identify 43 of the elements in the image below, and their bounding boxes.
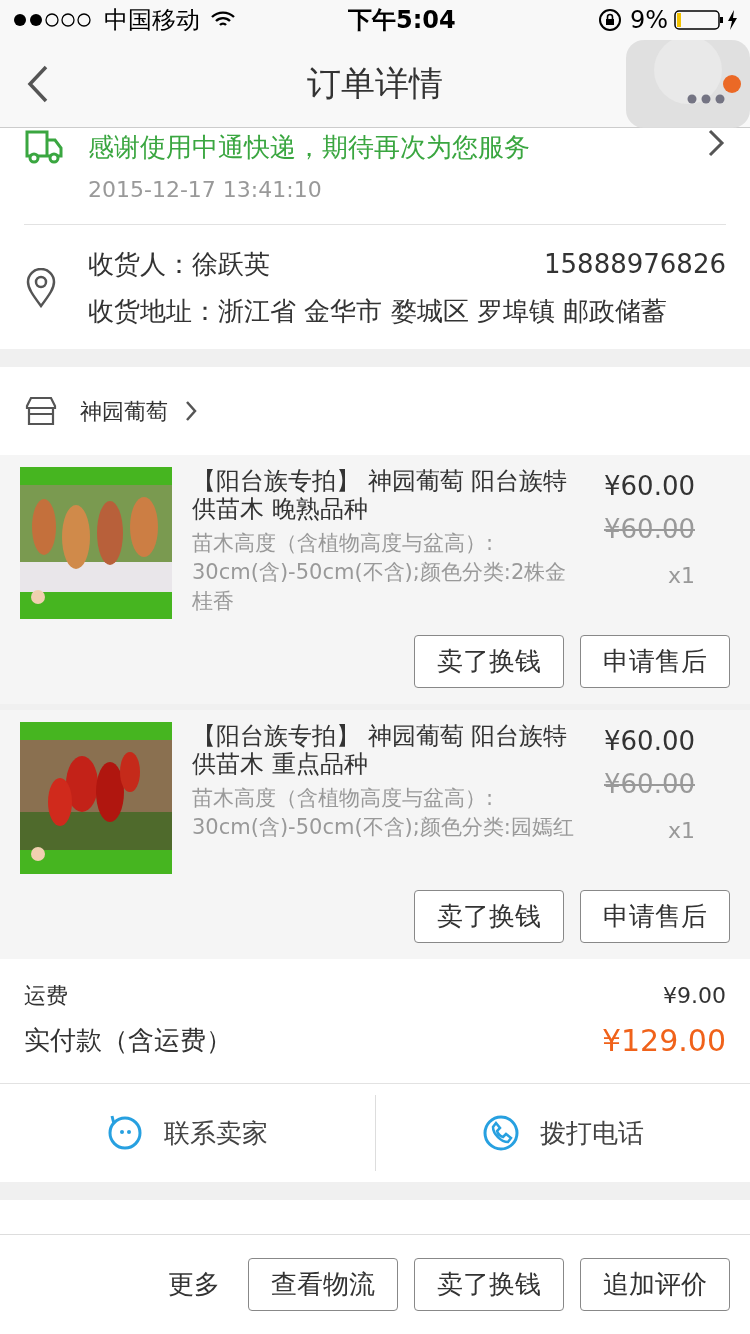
action-button[interactable]: 卖了换钱: [414, 635, 564, 688]
contact-button[interactable]: 联系卖家: [164, 1113, 269, 1153]
product-title: 【阳台族专拍】 神园葡萄 阳台族特供苗木 晚熟品种: [192, 467, 569, 523]
product-price: ¥60.00: [604, 725, 695, 758]
shipping-label: 运费: [24, 982, 68, 1010]
more-link[interactable]: 更多: [168, 1265, 220, 1304]
action-button[interactable]: 卖了换钱: [414, 1258, 564, 1311]
battery-icon: [674, 9, 726, 31]
location-pin-icon: [24, 268, 58, 308]
contact-button[interactable]: 拨打电话: [539, 1113, 644, 1153]
action-button[interactable]: 追加评价: [580, 1258, 730, 1311]
original-price: ¥60.00: [604, 513, 695, 546]
truck-icon[interactable]: [24, 130, 64, 164]
chevron-right-icon[interactable]: [184, 399, 198, 423]
shipping-address: 收货地址：浙江省 金华市 婺城区 罗埠镇 邮政储蓄: [88, 295, 669, 328]
product-spec: 苗木高度（含植物高度与盆高）: 30cm(含)-50cm(不含);颜色分类:园嫣红: [192, 785, 575, 841]
action-button[interactable]: 申请售后: [580, 890, 730, 943]
rotation-lock-icon: [597, 8, 622, 32]
action-button[interactable]: 查看物流: [248, 1258, 398, 1311]
product-title: 【阳台族专拍】 神园葡萄 阳台族特供苗木 重点品种: [192, 722, 569, 778]
charging-icon: [726, 9, 738, 31]
phone-number: 15888976826: [544, 248, 726, 281]
shipping-fee: ¥9.00: [663, 982, 726, 1010]
action-button[interactable]: 申请售后: [580, 635, 730, 688]
original-price: ¥60.00: [604, 768, 695, 801]
carrier-name: 中国移动: [104, 5, 200, 36]
logistics-message: 感谢使用中通快递，期待再次为您服务: [88, 131, 531, 164]
action-button[interactable]: 卖了换钱: [414, 890, 564, 943]
store-icon: [24, 396, 58, 426]
battery-percent: 9%: [629, 5, 668, 36]
receiver-name: 收货人：徐跃英: [88, 248, 270, 281]
quantity: x1: [666, 562, 695, 590]
chevron-right-icon[interactable]: [706, 128, 726, 158]
product-price: ¥60.00: [604, 470, 695, 503]
quantity: x1: [666, 817, 695, 845]
phone-icon[interactable]: [481, 1114, 520, 1152]
product-spec: 苗木高度（含植物高度与盆高）: 30cm(含)-50cm(不含);颜色分类:2株金桂香: [192, 530, 568, 615]
store-name: 神园葡萄: [80, 397, 168, 426]
clock: 下午5:04: [348, 5, 456, 36]
page-title: 订单详情: [306, 62, 444, 105]
logistics-time: 2015-12-17 13:41:10: [88, 176, 323, 204]
paid-amount: ¥129.00: [601, 1022, 726, 1060]
paid-label: 实付款（含运费）: [24, 1024, 232, 1057]
